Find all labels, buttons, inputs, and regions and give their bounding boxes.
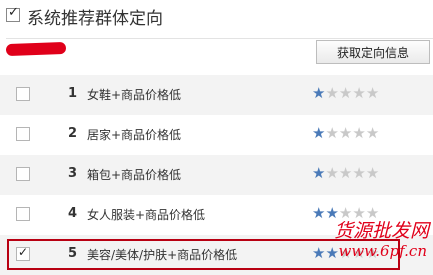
rating-stars: ★★★★★ xyxy=(312,204,379,222)
star-filled-icon: ★ xyxy=(312,124,326,142)
star-filled-icon: ★ xyxy=(312,164,326,182)
row-checkbox[interactable] xyxy=(16,167,30,181)
star-empty-icon: ★ xyxy=(365,164,380,182)
star-empty-icon: ★ xyxy=(352,244,366,262)
rating-stars: ★★★★★ xyxy=(312,124,379,142)
star-empty-icon: ★ xyxy=(338,244,353,262)
star-empty-icon: ★ xyxy=(365,124,380,142)
star-empty-icon: ★ xyxy=(325,84,339,102)
list-item: ✓ 5 美容/美体/护肤+商品价格低 ★★★★★ xyxy=(0,235,433,275)
row-label: 美容/美体/护肤+商品价格低 xyxy=(87,248,238,262)
star-empty-icon: ★ xyxy=(365,204,380,222)
list-item: 3 箱包+商品价格低 ★★★★★ xyxy=(0,155,433,195)
star-filled-icon: ★ xyxy=(312,204,326,222)
rating-stars: ★★★★★ xyxy=(312,244,379,262)
list-item: 2 居家+商品价格低 ★★★★★ xyxy=(0,115,433,155)
row-number: 3 xyxy=(68,166,78,181)
star-empty-icon: ★ xyxy=(352,164,366,182)
list-item: 1 女鞋+商品价格低 ★★★★★ xyxy=(0,75,433,115)
row-checkbox[interactable] xyxy=(16,207,30,221)
star-empty-icon: ★ xyxy=(325,124,339,142)
row-label: 居家+商品价格低 xyxy=(87,128,182,142)
row-number: 5 xyxy=(68,246,78,261)
row-checkbox[interactable]: ✓ xyxy=(16,245,30,261)
section-checkbox[interactable]: ✓ xyxy=(6,5,20,22)
star-filled-icon: ★ xyxy=(312,84,326,102)
star-filled-icon: ★ xyxy=(312,244,326,262)
row-label: 箱包+商品价格低 xyxy=(87,168,182,182)
star-filled-icon: ★ xyxy=(325,204,339,222)
row-number: 2 xyxy=(68,126,78,141)
star-empty-icon: ★ xyxy=(338,164,353,182)
star-empty-icon: ★ xyxy=(338,84,353,102)
checkmark-icon: ✓ xyxy=(18,245,29,259)
row-label: 女人服装+商品价格低 xyxy=(87,208,206,222)
toolbar: 获取定向信息 xyxy=(5,38,433,64)
row-checkbox[interactable] xyxy=(16,87,30,101)
star-empty-icon: ★ xyxy=(365,244,380,262)
star-empty-icon: ★ xyxy=(338,124,353,142)
star-empty-icon: ★ xyxy=(352,124,366,142)
list-item: 4 女人服装+商品价格低 ★★★★★ xyxy=(0,195,433,235)
star-empty-icon: ★ xyxy=(365,84,380,102)
star-empty-icon: ★ xyxy=(352,84,366,102)
fetch-targeting-info-button[interactable]: 获取定向信息 xyxy=(316,40,430,64)
redacted-mark xyxy=(5,41,67,57)
star-empty-icon: ★ xyxy=(325,164,339,182)
rating-stars: ★★★★★ xyxy=(312,164,379,182)
section-header: ✓ 系统推荐群体定向 xyxy=(0,0,433,34)
checkmark-icon: ✓ xyxy=(8,5,19,20)
section-title: 系统推荐群体定向 xyxy=(27,9,163,29)
rating-stars: ★★★★★ xyxy=(312,84,379,102)
row-number: 4 xyxy=(68,206,78,221)
row-checkbox[interactable] xyxy=(16,127,30,141)
star-empty-icon: ★ xyxy=(352,204,366,222)
row-number: 1 xyxy=(68,86,78,101)
star-filled-icon: ★ xyxy=(325,244,339,262)
row-label: 女鞋+商品价格低 xyxy=(87,88,182,102)
star-empty-icon: ★ xyxy=(338,204,353,222)
